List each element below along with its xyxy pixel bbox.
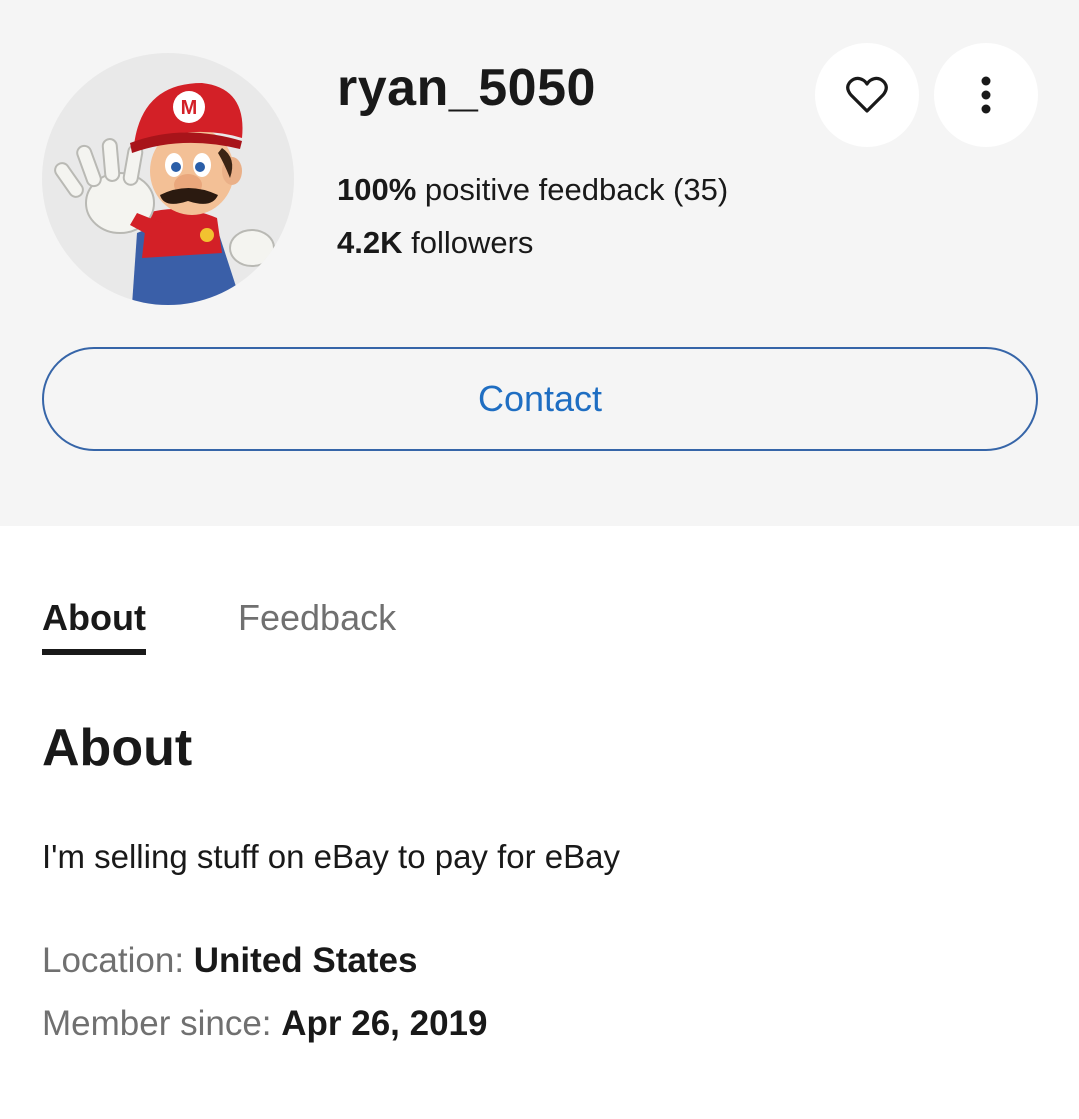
tab-about[interactable]: About <box>42 597 146 655</box>
more-vertical-icon <box>981 76 991 114</box>
location-row: Location: United States <box>42 941 417 981</box>
followers-text: followers <box>402 225 534 260</box>
mario-avatar-image: M <box>54 83 275 305</box>
feedback-percent: 100% <box>337 172 417 207</box>
more-options-button[interactable] <box>934 43 1038 147</box>
about-description: I'm selling stuff on eBay to pay for eBa… <box>42 838 620 875</box>
followers-summary: 4.2K followers <box>337 225 533 261</box>
profile-header: M ryan_5050 100% positive feedback (35) … <box>0 0 1079 526</box>
about-heading: About <box>42 719 193 777</box>
username: ryan_5050 <box>337 59 596 117</box>
heart-icon <box>846 76 888 113</box>
contact-button[interactable]: Contact <box>42 347 1038 451</box>
member-since-value: Apr 26, 2019 <box>281 1004 488 1043</box>
svg-text:M: M <box>181 97 198 119</box>
save-seller-button[interactable] <box>815 43 919 147</box>
member-since-label: Member since: <box>42 1004 282 1043</box>
avatar: M <box>42 53 294 305</box>
feedback-summary: 100% positive feedback (35) <box>337 172 728 208</box>
feedback-text: positive feedback (35) <box>416 172 729 207</box>
followers-count: 4.2K <box>337 225 403 260</box>
location-label: Location: <box>42 941 194 980</box>
location-value: United States <box>193 941 418 980</box>
member-since-row: Member since: Apr 26, 2019 <box>42 1004 488 1044</box>
tab-feedback[interactable]: Feedback <box>238 597 396 639</box>
